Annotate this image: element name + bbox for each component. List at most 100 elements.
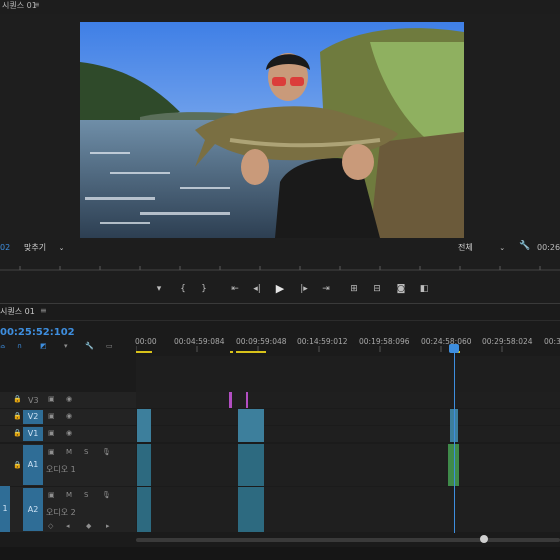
eye-icon[interactable]: ◉ bbox=[66, 412, 72, 420]
timeline-timecode[interactable]: 00:25:52:102 bbox=[0, 327, 75, 338]
timeline-tab[interactable]: 시퀀스 01 bbox=[0, 306, 35, 317]
track-label-v3[interactable]: V3 bbox=[28, 396, 39, 405]
panel-menu-icon[interactable]: ≡ bbox=[40, 306, 47, 315]
playhead-line[interactable] bbox=[454, 353, 455, 533]
step-forward-icon[interactable]: |▸ bbox=[297, 282, 311, 296]
ruler-label: 00:29:58:024 bbox=[482, 337, 533, 346]
comparison-view-icon[interactable]: ◧ bbox=[417, 282, 431, 296]
video-clip[interactable] bbox=[238, 409, 264, 442]
nest-icon[interactable]: ◩ bbox=[40, 342, 47, 350]
eye-icon[interactable]: ◉ bbox=[66, 429, 72, 437]
step-back-icon[interactable]: ◂| bbox=[250, 282, 264, 296]
eye-icon[interactable]: ◉ bbox=[66, 395, 72, 403]
track-header-v3: 🔒 V3 ▣ ◉ bbox=[0, 392, 136, 408]
ruler-label: 00:3 bbox=[544, 337, 560, 346]
track-target-v2[interactable]: V2 bbox=[23, 410, 43, 424]
mark-in-icon[interactable]: { bbox=[176, 282, 190, 296]
quality-select-label: 전체 bbox=[458, 243, 473, 252]
audio-clip[interactable] bbox=[238, 444, 264, 486]
track-name-a2: 오디오 2 bbox=[46, 508, 76, 517]
mark-out-icon[interactable]: } bbox=[197, 282, 211, 296]
audio-clip[interactable] bbox=[137, 487, 151, 532]
ruler-ticks bbox=[0, 266, 560, 271]
solo-button[interactable]: S bbox=[84, 491, 88, 499]
next-keyframe-icon[interactable]: ▸ bbox=[106, 522, 110, 530]
lock-icon[interactable]: 🔒 bbox=[13, 412, 22, 420]
snap-icon[interactable]: ≏ bbox=[0, 343, 6, 351]
microphone-icon[interactable]: 🎙 bbox=[102, 448, 111, 456]
keyframe-icon[interactable]: ◇ bbox=[48, 522, 53, 530]
microphone-icon[interactable]: 🎙 bbox=[102, 491, 111, 499]
track-target-a2[interactable]: A2 bbox=[23, 488, 43, 531]
mute-button[interactable]: M bbox=[66, 491, 72, 499]
track-target-v1[interactable]: V1 bbox=[23, 427, 43, 441]
marker-icon[interactable]: ▾ bbox=[64, 342, 68, 350]
solo-button[interactable]: S bbox=[84, 448, 88, 456]
chevron-down-icon: ⌄ bbox=[58, 244, 65, 252]
track-a2[interactable] bbox=[136, 487, 560, 532]
track-name-a1: 오디오 1 bbox=[46, 465, 76, 474]
playhead-timecode[interactable]: 02 bbox=[0, 243, 10, 252]
track-v1[interactable] bbox=[136, 426, 560, 442]
fit-select-label: 맞추기 bbox=[24, 243, 47, 252]
captions-icon[interactable]: ▭ bbox=[106, 342, 113, 350]
quality-select[interactable]: 전체 ⌄ bbox=[458, 242, 505, 253]
track-v3[interactable] bbox=[136, 392, 560, 408]
wrench-icon[interactable]: 🔧 bbox=[519, 241, 530, 251]
sync-lock-icon[interactable]: ▣ bbox=[48, 412, 55, 420]
program-monitor-controls: 02 맞추기 ⌄ 전체 ⌄ 🔧 00:26 bbox=[0, 240, 560, 256]
ruler-label: 00:14:59:012 bbox=[297, 337, 348, 346]
extract-icon[interactable]: ⊟ bbox=[370, 282, 384, 296]
track-header-a1: 🔒 A1 ▣ M S 🎙 오디오 1 bbox=[0, 444, 136, 486]
tab-divider bbox=[0, 320, 560, 321]
track-a1[interactable] bbox=[136, 444, 560, 486]
add-marker-icon[interactable]: ▾ bbox=[152, 282, 166, 296]
ruler-label: 00:24:58:060 bbox=[421, 337, 472, 346]
adjustment-clip[interactable] bbox=[229, 392, 232, 408]
ruler-label: 00:09:59:048 bbox=[236, 337, 287, 346]
fit-select[interactable]: 맞추기 ⌄ bbox=[24, 242, 65, 253]
timeline-header: 시퀀스 01 ≡ bbox=[0, 306, 560, 320]
track-target-a1[interactable]: A1 bbox=[23, 445, 43, 485]
panel-divider bbox=[0, 303, 560, 304]
playhead-handle[interactable] bbox=[449, 344, 459, 353]
ruler-label: 00:00 bbox=[135, 337, 157, 346]
sync-lock-icon[interactable]: ▣ bbox=[48, 448, 55, 456]
mute-button[interactable]: M bbox=[66, 448, 72, 456]
go-to-out-icon[interactable]: ⇥ bbox=[319, 282, 333, 296]
play-icon[interactable]: ▶ bbox=[273, 282, 287, 296]
wrench-icon[interactable]: 🔧 bbox=[85, 342, 94, 350]
linked-selection-icon[interactable]: ∩ bbox=[17, 342, 22, 350]
track-header-v2: 🔒 V2 ▣ ◉ bbox=[0, 409, 136, 425]
program-monitor-ruler[interactable] bbox=[0, 256, 560, 274]
sync-lock-icon[interactable]: ▣ bbox=[48, 491, 55, 499]
export-frame-icon[interactable]: ◙ bbox=[394, 282, 408, 296]
sync-lock-icon[interactable]: ▣ bbox=[48, 395, 55, 403]
prev-keyframe-icon[interactable]: ◂ bbox=[66, 522, 70, 530]
video-frame-image bbox=[80, 22, 464, 238]
program-monitor-title[interactable]: 시퀀스 01 bbox=[2, 0, 37, 11]
sync-lock-icon[interactable]: ▣ bbox=[48, 429, 55, 437]
zoom-handle[interactable] bbox=[480, 535, 488, 543]
audio-clip[interactable] bbox=[137, 444, 151, 486]
track-header-a2: A2 ▣ M S 🎙 오디오 2 ◇ ◂ ◆ ▸ bbox=[10, 487, 136, 532]
video-clip[interactable] bbox=[137, 409, 151, 442]
track-v2[interactable] bbox=[136, 409, 560, 425]
go-to-in-icon[interactable]: ⇤ bbox=[228, 282, 242, 296]
panel-menu-icon[interactable]: ≡ bbox=[33, 0, 40, 9]
ruler-label: 00:19:58:096 bbox=[359, 337, 410, 346]
lift-icon[interactable]: ⊞ bbox=[347, 282, 361, 296]
source-patch-a1[interactable]: 1 bbox=[0, 486, 10, 532]
audio-clip[interactable] bbox=[238, 487, 264, 532]
video-frame[interactable] bbox=[80, 22, 464, 238]
chevron-down-icon: ⌄ bbox=[499, 244, 506, 252]
add-keyframe-icon[interactable]: ◆ bbox=[86, 522, 91, 530]
adjustment-clip[interactable] bbox=[246, 392, 248, 408]
lock-icon[interactable]: 🔒 bbox=[13, 395, 22, 403]
program-monitor-header: 시퀀스 01 ≡ bbox=[0, 0, 560, 14]
timeline-scrollbar[interactable] bbox=[136, 538, 560, 542]
lock-icon[interactable]: 🔒 bbox=[13, 429, 22, 437]
timeline-empty-area bbox=[136, 356, 560, 392]
lock-icon[interactable]: 🔒 bbox=[13, 461, 22, 469]
duration-timecode: 00:26 bbox=[537, 243, 560, 252]
